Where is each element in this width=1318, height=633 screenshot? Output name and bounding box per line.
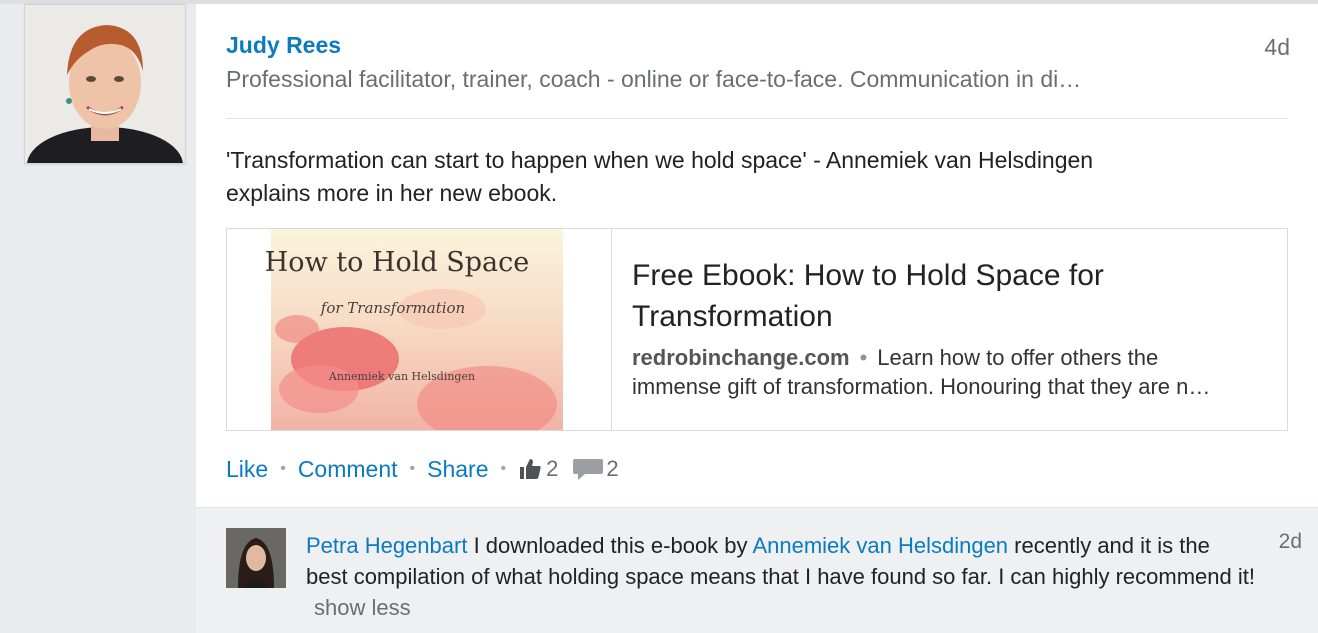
header-divider	[226, 118, 1288, 119]
post-text-line-2: explains more in her new ebook.	[226, 180, 558, 206]
commenter-photo	[226, 528, 286, 588]
author-avatar[interactable]	[24, 4, 186, 164]
commenter-name-link[interactable]: Petra Hegenbart	[306, 533, 467, 558]
comment-button[interactable]: Comment	[298, 456, 398, 483]
post-card: Judy Rees Professional facilitator, trai…	[196, 4, 1318, 633]
action-separator: •	[500, 460, 507, 477]
action-separator: •	[280, 460, 286, 477]
like-count[interactable]: 2	[546, 456, 558, 482]
commenter-avatar[interactable]	[226, 528, 286, 588]
link-preview-card[interactable]: How to Hold Space for Transformation Ann…	[226, 228, 1288, 431]
like-thumb-icon[interactable]	[518, 457, 542, 481]
link-description: redrobinchange.com • Learn how to offer ot…	[632, 343, 1272, 401]
comments-section: Petra Hegenbart I downloaded this e-book…	[196, 507, 1318, 633]
cover-title: How to Hold Space	[265, 247, 529, 278]
comment-bubble-icon[interactable]	[572, 457, 604, 481]
ebook-cover-image: How to Hold Space for Transformation Ann…	[227, 229, 611, 430]
cover-subtitle: for Transformation	[320, 299, 465, 317]
like-button[interactable]: Like	[226, 456, 268, 483]
post-actions-bar: Like • Comment • Share • 2 2	[226, 452, 619, 486]
comment-timestamp: 2d	[1278, 530, 1302, 553]
author-headline: Professional facilitator, trainer, coach…	[226, 66, 1082, 92]
post-text: 'Transformation can start to happen when…	[226, 144, 1288, 210]
link-domain[interactable]: redrobinchange.com	[632, 345, 850, 370]
author-photo	[25, 5, 185, 163]
post-timestamp: 4d	[1264, 34, 1290, 60]
cover-author: Annemiek van Helsdingen	[328, 370, 475, 383]
share-button[interactable]: Share	[427, 456, 488, 483]
action-separator: •	[409, 460, 416, 477]
author-name-link[interactable]: Judy Rees	[226, 32, 341, 59]
post-text-line-1: 'Transformation can start to happen when…	[226, 147, 1094, 173]
link-desc-line-1: redrobinchange.com • Learn how to offer ot…	[632, 343, 1272, 372]
comment-count[interactable]: 2	[606, 456, 618, 482]
mention-link[interactable]: Annemiek van Helsdingen	[752, 533, 1008, 558]
comment-body: Petra Hegenbart I downloaded this e-book…	[306, 530, 1256, 623]
link-desc-line-2: immense gift of transformation. Honourin…	[632, 374, 1211, 399]
show-less-link[interactable]: show less	[314, 595, 411, 620]
link-desc-text-1: Learn how to offer others the	[877, 345, 1159, 370]
domain-separator: •	[859, 345, 868, 370]
link-title[interactable]: Free Ebook: How to Hold Space for Transf…	[632, 255, 1252, 337]
link-thumbnail[interactable]: How to Hold Space for Transformation Ann…	[227, 229, 612, 430]
comment-text-part-1: I downloaded this e-book by	[473, 533, 748, 558]
